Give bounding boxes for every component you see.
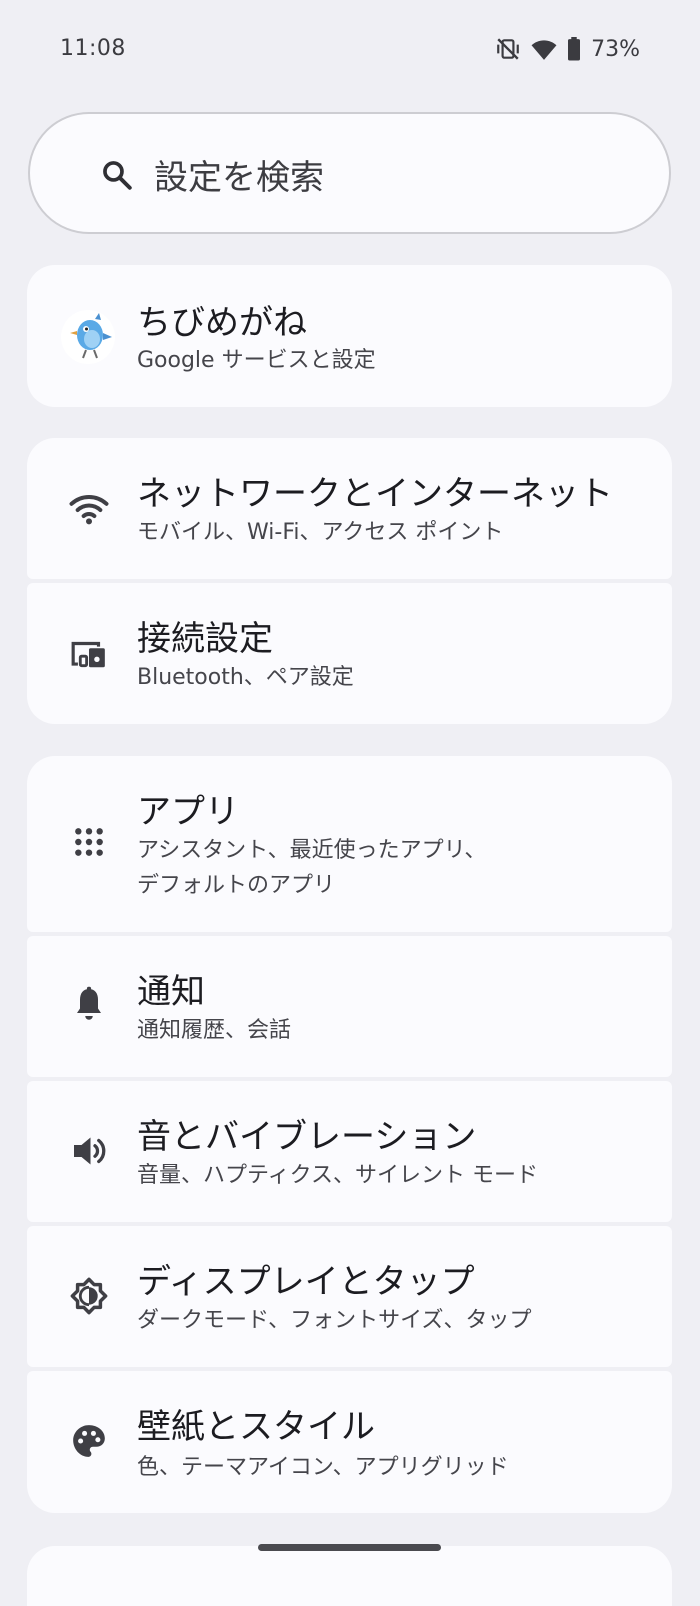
settings-item-subtitle: 音量、ハプティクス、サイレント モード bbox=[137, 1163, 539, 1188]
settings-item-apps[interactable]: アプリ アシスタント、最近使ったアプリ、 デフォルトのアプリ bbox=[27, 756, 672, 932]
wifi-status-icon bbox=[531, 37, 557, 61]
mute-vibrate-icon bbox=[495, 36, 521, 62]
status-bar: 11:08 73% bbox=[0, 0, 700, 100]
settings-item-title: 通知 bbox=[137, 972, 205, 1012]
bell-icon bbox=[67, 982, 111, 1026]
settings-item-subtitle-line2: デフォルトのアプリ bbox=[137, 873, 336, 898]
battery-percent: 73% bbox=[591, 36, 640, 62]
palette-icon bbox=[67, 1419, 111, 1463]
settings-item-sound[interactable]: 音とバイブレーション 音量、ハプティクス、サイレント モード bbox=[27, 1081, 672, 1222]
status-icons: 73% bbox=[495, 34, 640, 64]
avatar bbox=[60, 309, 116, 365]
settings-search-bar[interactable]: 設定を検索 bbox=[28, 112, 671, 234]
volume-icon bbox=[67, 1129, 111, 1173]
settings-item-subtitle: ダークモード、フォントサイズ、タップ bbox=[137, 1308, 532, 1333]
connected-devices-icon bbox=[67, 631, 111, 675]
settings-item-title: アプリ bbox=[137, 792, 239, 832]
settings-item-title: 壁紙とスタイル bbox=[137, 1407, 375, 1447]
settings-item-title: 音とバイブレーション bbox=[137, 1117, 477, 1157]
status-time: 11:08 bbox=[60, 36, 126, 61]
wifi-icon bbox=[67, 486, 111, 530]
settings-item-title: 接続設定 bbox=[137, 619, 273, 659]
settings-item-title: ディスプレイとタップ bbox=[137, 1262, 475, 1302]
search-placeholder: 設定を検索 bbox=[154, 158, 324, 198]
account-name: ちびめがね bbox=[137, 303, 307, 343]
apps-grid-icon bbox=[67, 820, 111, 864]
search-icon bbox=[100, 158, 134, 192]
settings-item-subtitle: 色、テーマアイコン、アプリグリッド bbox=[137, 1455, 509, 1480]
gesture-home-bar[interactable] bbox=[258, 1544, 441, 1551]
account-subtitle: Google サービスと設定 bbox=[137, 348, 376, 373]
settings-item-title: ネットワークとインターネット bbox=[137, 474, 613, 514]
settings-item-display[interactable]: ディスプレイとタップ ダークモード、フォントサイズ、タップ bbox=[27, 1226, 672, 1367]
settings-item-subtitle-line1: アシスタント、最近使ったアプリ、 bbox=[137, 838, 487, 863]
settings-item-next[interactable] bbox=[27, 1546, 672, 1606]
brightness-icon bbox=[67, 1274, 111, 1318]
settings-item-notifications[interactable]: 通知 通知履歴、会話 bbox=[27, 936, 672, 1077]
settings-item-network[interactable]: ネットワークとインターネット モバイル、Wi-Fi、アクセス ポイント bbox=[27, 438, 672, 579]
settings-item-connected-devices[interactable]: 接続設定 Bluetooth、ペア設定 bbox=[27, 583, 672, 724]
battery-icon bbox=[567, 37, 581, 61]
settings-item-subtitle: モバイル、Wi-Fi、アクセス ポイント bbox=[137, 520, 504, 545]
settings-item-wallpaper[interactable]: 壁紙とスタイル 色、テーマアイコン、アプリグリッド bbox=[27, 1371, 672, 1513]
account-card[interactable]: ちびめがね Google サービスと設定 bbox=[27, 265, 672, 407]
settings-item-subtitle: Bluetooth、ペア設定 bbox=[137, 665, 354, 690]
settings-item-subtitle: 通知履歴、会話 bbox=[137, 1018, 292, 1043]
